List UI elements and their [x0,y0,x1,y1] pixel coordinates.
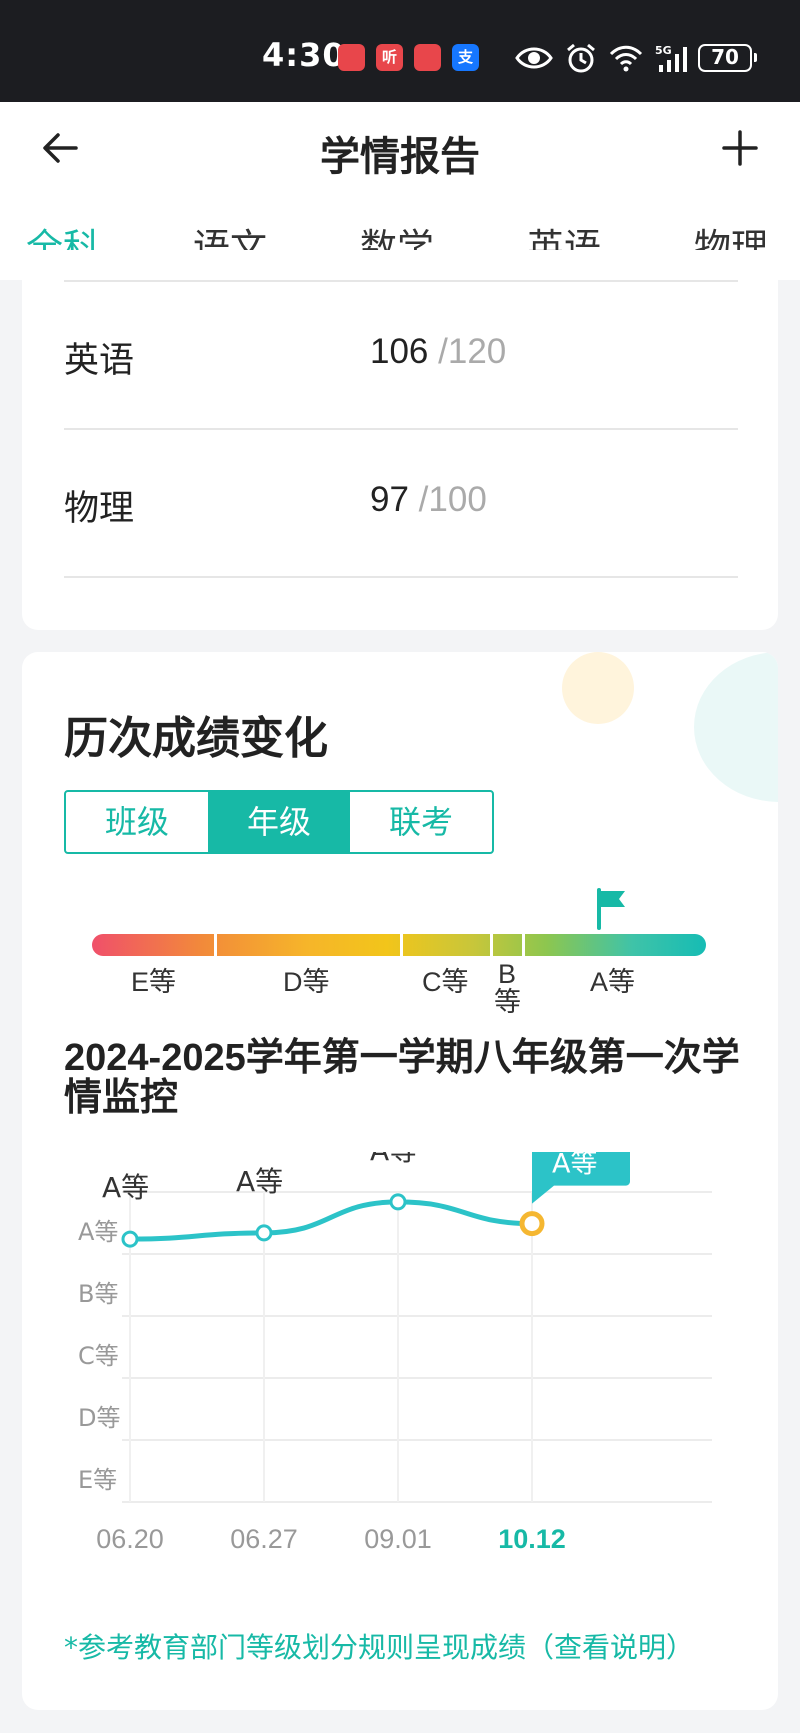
y-tick-label: A等 [78,1218,118,1246]
series-line [127,1199,535,1242]
point-label: A等 [552,1152,597,1180]
svg-text:5G: 5G [655,44,672,57]
x-tick-label: 09.01 [364,1524,432,1554]
x-tick-label: 06.20 [96,1524,164,1554]
status-time: 4:30 [262,36,346,74]
segment-joint-exam[interactable]: 联考 [350,792,492,852]
page-title: 学情报告 [320,134,480,180]
decorative-circle [694,652,778,802]
grade-label-c: C等 [422,967,469,997]
segment-class[interactable]: 班级 [66,792,208,852]
score-history-card: 历次成绩变化 班级 年级 联考 E等 D等 C等 B 等 A等 2024-202… [22,652,778,1710]
plus-icon[interactable] [716,124,764,172]
subject-label: 物理 [64,489,135,529]
grade-separator [490,934,493,956]
alipay-icon: 支 [452,44,479,71]
grade-label-a: A等 [590,967,636,997]
grading-rule-note-link[interactable]: *参考教育部门等级划分规则呈现成绩（查看说明） [64,1626,694,1666]
huawei-store-icon [414,44,441,71]
score-total: /120 [438,332,507,371]
grade-trend-chart: A等 B等 C等 D等 E等 A等 A等 A等 A等 06.20 06.27 09.01 10.12 [78,1152,712,1554]
grade-separator [214,934,217,956]
data-point [519,1211,545,1237]
divider [64,576,738,578]
point-label: A等 [102,1171,149,1204]
ting-icon: 听 [376,44,403,71]
data-point [121,1230,139,1248]
point-label: A等 [370,1152,417,1167]
app-header: 学情报告 [0,102,800,195]
score-value: 97 [370,480,409,519]
y-tick-label: D等 [78,1404,120,1432]
status-bar: 4:30 听 支 5G 70 [0,0,800,102]
section-title: 历次成绩变化 [64,713,328,764]
eye-icon [515,47,553,69]
point-label: A等 [236,1165,283,1198]
score-total: /100 [418,480,487,519]
divider [64,280,738,282]
exam-title: 2024-2025学年第一学期八年级第一次学情监控 [64,1037,740,1119]
segment-grade[interactable]: 年级 [208,792,350,852]
grade-label-e: E等 [131,967,177,997]
scope-segmented-control: 班级 年级 联考 [64,790,494,854]
grade-separator [400,934,403,956]
y-tick-label: C等 [78,1342,119,1370]
signal-5g-icon: 5G [655,44,687,72]
subject-label: 英语 [64,341,135,381]
y-tick-label: B等 [78,1280,118,1308]
wifi-icon [609,45,643,72]
divider [64,428,738,430]
data-point [389,1193,407,1211]
flag-icon [597,888,625,930]
grade-label-b: B 等 [494,959,521,1017]
status-icons: 5G [515,40,707,76]
x-tick-label: 06.27 [230,1524,298,1554]
grade-label-d: D等 [283,967,330,997]
alarm-icon [567,43,595,73]
subject-score: 97 /100 [370,480,487,520]
score-value: 106 [370,332,429,371]
battery-indicator: 70 [698,44,757,72]
subject-score: 106 /120 [370,332,506,372]
y-tick-label: E等 [78,1466,117,1494]
grade-separator [522,934,525,956]
subject-scores-card: 英语 106 /120 物理 97 /100 [22,250,778,630]
grade-scale-bar [92,934,706,956]
decorative-circle [562,652,634,724]
huawei-store-icon [338,44,365,71]
data-point [255,1224,273,1242]
x-tick-label: 10.12 [498,1524,566,1554]
